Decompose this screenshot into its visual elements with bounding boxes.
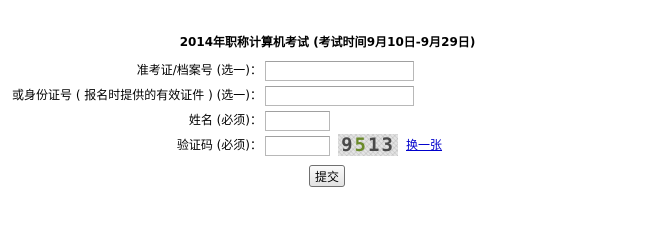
exam-id-input[interactable]	[265, 61, 414, 81]
captcha-digit: 9	[341, 134, 355, 156]
captcha-input[interactable]	[265, 136, 330, 156]
refresh-captcha-link[interactable]: 换一张	[406, 138, 442, 152]
exam-id-label: 准考证/档案号 (选一)：	[136, 63, 262, 77]
query-form-page: 2014年职称计算机考试 (考试时间9月10日-9月29日) 准考证/档案号 (…	[0, 0, 655, 214]
captcha-label: 验证码 (必须)：	[176, 138, 262, 152]
captcha-digit: 5	[354, 134, 368, 156]
captcha-digit: 3	[381, 134, 395, 156]
id-card-label: 或身份证号 ( 报名时提供的有效证件 ) (选一)：	[12, 88, 262, 102]
name-input[interactable]	[265, 111, 330, 131]
captcha-digit: 1	[368, 134, 382, 156]
name-label: 姓名 (必须)：	[188, 113, 262, 127]
captcha-image: 9513	[338, 134, 398, 156]
id-card-input[interactable]	[265, 86, 414, 106]
submit-button[interactable]: 提交	[309, 165, 345, 187]
page-title: 2014年职称计算机考试 (考试时间9月10日-9月29日)	[179, 35, 476, 49]
